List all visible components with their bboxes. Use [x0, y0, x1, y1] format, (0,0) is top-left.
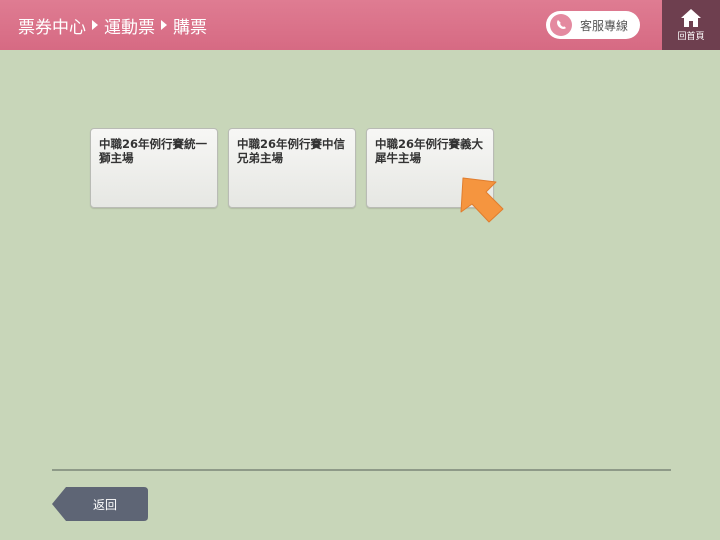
header-bar: 票券中心 運動票 購票 客服專線 回首頁 [0, 0, 720, 50]
back-button[interactable]: 返回 [52, 487, 148, 521]
footer-divider [52, 469, 671, 471]
home-button[interactable]: 回首頁 [662, 0, 720, 50]
home-label: 回首頁 [677, 32, 705, 42]
venue-card-uni-lions[interactable]: 中職26年例行賽統一獅主場 [90, 128, 218, 208]
pointer-arrow-icon [460, 177, 504, 223]
breadcrumb-item-ticket-center[interactable]: 票券中心 [18, 13, 86, 38]
breadcrumb-item-buy-tickets: 購票 [173, 17, 207, 38]
breadcrumb-separator-icon [92, 20, 98, 30]
hotline-label: 客服專線 [580, 18, 629, 33]
home-icon [681, 9, 701, 27]
back-label: 返回 [92, 497, 117, 512]
hotline-button[interactable]: 客服專線 [546, 11, 640, 39]
venue-title: 中職26年例行賽統一獅主場 [99, 137, 208, 165]
venue-title: 中職26年例行賽中信兄弟主場 [237, 137, 346, 165]
phone-icon [550, 14, 572, 36]
venue-card-ctbc-brothers[interactable]: 中職26年例行賽中信兄弟主場 [228, 128, 356, 208]
breadcrumb: 票券中心 運動票 購票 [18, 0, 207, 50]
venue-title: 中職26年例行賽義大犀牛主場 [375, 137, 484, 165]
breadcrumb-separator-icon [161, 20, 167, 30]
breadcrumb-item-sports-tickets[interactable]: 運動票 [104, 13, 155, 38]
